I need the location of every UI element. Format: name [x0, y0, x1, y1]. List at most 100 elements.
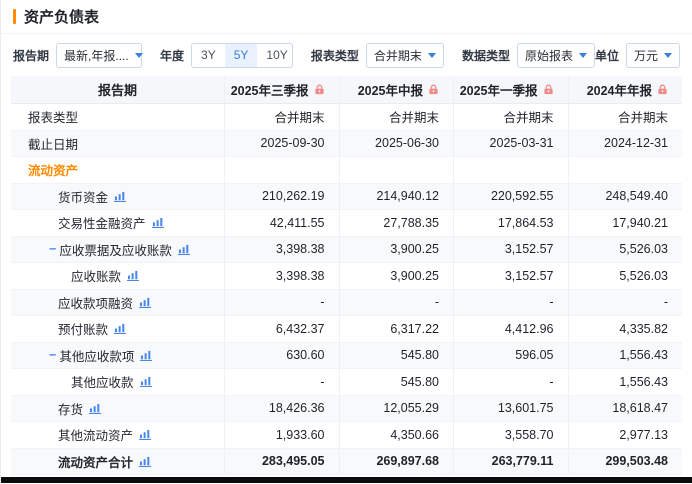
report-type-value: 合并期末: [374, 47, 422, 64]
row-label: 其他流动资产: [58, 425, 133, 444]
report-period-label: 报告期: [13, 47, 49, 64]
value-cell: [454, 157, 569, 183]
title-accent-bar: [13, 9, 16, 24]
value-cell: 4,412.96: [454, 316, 569, 342]
bar-chart-icon[interactable]: [139, 429, 151, 440]
value-cell: 5,526.03: [569, 237, 683, 263]
bar-chart-icon[interactable]: [114, 323, 126, 334]
bar-chart-icon[interactable]: [127, 270, 139, 281]
year-option-3y[interactable]: 3Y: [192, 44, 225, 67]
year-option-10y[interactable]: 10Y: [257, 44, 293, 67]
value-cell: 2024-12-31: [569, 131, 683, 157]
row-label-cell: 应收账款: [11, 263, 225, 289]
lock-icon[interactable]: [543, 84, 554, 95]
value-cell: 248,549.40: [569, 184, 683, 210]
value-cell: -: [454, 290, 569, 316]
report-type-label: 报表类型: [311, 47, 359, 64]
report-type-dropdown[interactable]: 合并期末: [366, 43, 444, 68]
value-cell: 1,556.43: [569, 343, 683, 369]
value-cell: 263,779.11: [454, 449, 569, 475]
value-cell: 合并期末: [340, 104, 455, 130]
row-label: 应收款项融资: [58, 293, 133, 312]
value-cell: 合并期末: [569, 104, 683, 130]
value-cell: 17,864.53: [454, 210, 569, 236]
collapse-minus-icon[interactable]: −: [49, 242, 56, 256]
row-label: 其他应收款项: [59, 346, 134, 365]
unit-dropdown[interactable]: 万元: [626, 43, 680, 68]
header-report-period: 报告期: [11, 76, 225, 103]
row-label-cell: 其他流动资产: [11, 422, 225, 448]
value-cell: 210,262.19: [225, 184, 340, 210]
lock-icon[interactable]: [428, 84, 439, 95]
chevron-down-icon: [428, 53, 436, 58]
bar-chart-icon[interactable]: [139, 456, 151, 467]
value-cell: 2025-03-31: [454, 131, 569, 157]
value-cell: 6,432.37: [225, 316, 340, 342]
table-row: 预付账款6,432.376,317.224,412.964,335.82: [11, 316, 682, 343]
table-row: 其他应收款-545.80-1,556.43: [11, 369, 682, 396]
row-label-cell: 存货: [11, 396, 225, 422]
row-label-cell: 流动资产合计: [11, 449, 225, 475]
value-cell: 2025-06-30: [340, 131, 455, 157]
report-period-dropdown[interactable]: 最新,年报....: [56, 43, 142, 68]
bar-chart-icon[interactable]: [140, 376, 152, 387]
row-label-cell: 预付账款: [11, 316, 225, 342]
value-cell: 18,618.47: [569, 396, 683, 422]
value-cell: -: [569, 290, 683, 316]
collapse-minus-icon[interactable]: −: [49, 348, 56, 362]
table-row: −应收票据及应收账款3,398.383,900.253,152.575,526.…: [11, 237, 682, 264]
value-cell: [225, 157, 340, 183]
row-label-cell: 流动资产: [11, 157, 225, 183]
bar-chart-icon[interactable]: [178, 244, 190, 255]
value-cell: [569, 157, 683, 183]
value-cell: 630.60: [225, 343, 340, 369]
year-range-label: 年度: [160, 47, 184, 64]
value-cell: 18,426.36: [225, 396, 340, 422]
value-cell: 3,900.25: [340, 263, 455, 289]
value-cell: 3,152.57: [454, 237, 569, 263]
value-cell: -: [454, 369, 569, 395]
chevron-down-icon: [579, 53, 587, 58]
table-row: 交易性金融资产42,411.5527,788.3517,864.5317,940…: [11, 210, 682, 237]
lock-icon[interactable]: [314, 84, 325, 95]
header-column: 2024年年报: [569, 76, 683, 103]
row-label: 交易性金融资产: [58, 213, 146, 232]
bar-chart-icon[interactable]: [140, 350, 152, 361]
value-cell: 596.05: [454, 343, 569, 369]
header-column-label: 2025年三季报: [231, 80, 309, 99]
data-type-dropdown[interactable]: 原始报表: [517, 43, 595, 68]
lock-icon[interactable]: [657, 84, 668, 95]
table-row: 应收款项融资----: [11, 290, 682, 317]
chevron-down-icon: [664, 53, 672, 58]
row-label: 其他应收款: [71, 372, 134, 391]
table-row: 流动资产合计283,495.05269,897.68263,779.11299,…: [11, 449, 682, 476]
value-cell: -: [225, 369, 340, 395]
value-cell: 3,398.38: [225, 263, 340, 289]
value-cell: 2025-09-30: [225, 131, 340, 157]
value-cell: 545.80: [340, 369, 455, 395]
header-column: 2025年一季报: [454, 76, 569, 103]
bar-chart-icon[interactable]: [89, 403, 101, 414]
year-option-5y[interactable]: 5Y: [225, 44, 258, 67]
header-column-label: 2024年年报: [587, 80, 652, 99]
bottom-edge-bar: [1, 477, 692, 483]
value-cell: 214,940.12: [340, 184, 455, 210]
header-column: 2025年三季报: [225, 76, 340, 103]
value-cell: 1,556.43: [569, 369, 683, 395]
row-label-cell: 货币资金: [11, 184, 225, 210]
bar-chart-icon[interactable]: [114, 191, 126, 202]
unit-label: 单位: [595, 47, 619, 64]
row-label-cell: −应收票据及应收账款: [11, 237, 225, 263]
value-cell: -: [340, 290, 455, 316]
chevron-down-icon: [135, 53, 143, 58]
value-cell: 2,977.13: [569, 422, 683, 448]
bar-chart-icon[interactable]: [152, 217, 164, 228]
row-label-cell: 报表类型: [11, 104, 225, 130]
row-label: 货币资金: [58, 187, 108, 206]
value-cell: 3,152.57: [454, 263, 569, 289]
value-cell: 13,601.75: [454, 396, 569, 422]
row-label: 存货: [58, 399, 83, 418]
bar-chart-icon[interactable]: [139, 297, 151, 308]
section-label: 流动资产: [28, 160, 78, 179]
value-cell: 3,398.38: [225, 237, 340, 263]
